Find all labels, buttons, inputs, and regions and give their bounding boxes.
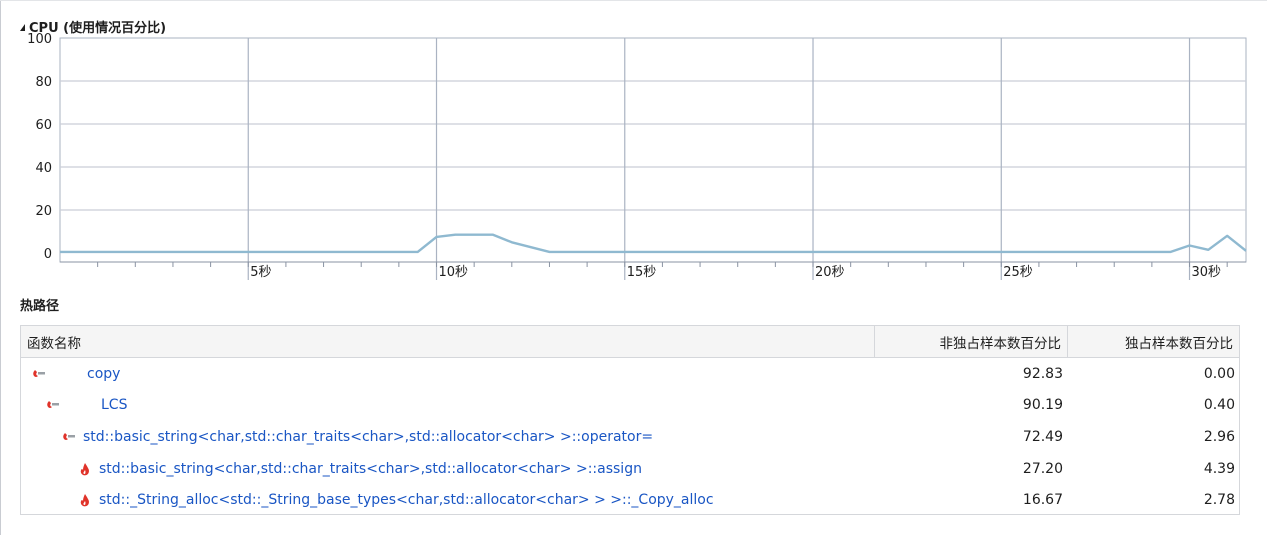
function-name-cell: std::_String_alloc<std::_String_base_typ…: [21, 484, 875, 516]
flame-icon: [80, 462, 89, 475]
x-tick-label: 5秒: [250, 265, 271, 280]
hot-path-table[interactable]: 函数名称 非独占样本数百分比 独占样本数百分比 copy 92.83 0.00 …: [20, 325, 1240, 515]
y-axis-tick-labels: 100 80 60 40 20 0: [27, 32, 52, 262]
function-link[interactable]: std::_String_alloc<std::_String_base_typ…: [99, 492, 714, 508]
x-tick-label: 25秒: [1003, 265, 1033, 280]
y-tick-label: 80: [35, 75, 52, 90]
function-link[interactable]: copy: [87, 366, 120, 382]
x-tick-label: 20秒: [815, 265, 845, 280]
x-axis: 5秒 10秒 15秒 20秒 25秒 30秒: [60, 261, 1246, 280]
chart-grid: [59, 37, 1247, 280]
inclusive-value: 72.49: [1022, 428, 1063, 445]
table-row[interactable]: copy 92.83 0.00: [21, 358, 1239, 390]
column-header-inclusive-samples[interactable]: 非独占样本数百分比: [875, 326, 1068, 357]
exclusive-value: 0.40: [1203, 397, 1235, 414]
hot-path-arrow-icon: [63, 432, 75, 440]
function-name-cell: std::basic_string<char,std::char_traits<…: [21, 421, 875, 453]
inclusive-value: 90.19: [1022, 397, 1063, 414]
table-header: 函数名称 非独占样本数百分比 独占样本数百分比: [21, 326, 1239, 358]
function-link[interactable]: LCS: [101, 397, 127, 413]
x-tick-label: 10秒: [439, 265, 469, 280]
table-row[interactable]: std::_String_alloc<std::_String_base_typ…: [21, 484, 1239, 516]
exclusive-value: 2.78: [1203, 492, 1235, 509]
inclusive-value: 16.67: [1022, 492, 1063, 509]
function-name-cell: copy: [21, 358, 875, 390]
exclusive-value: 2.96: [1203, 428, 1235, 445]
y-tick-label: 60: [35, 118, 52, 133]
hot-path-arrow-icon: [33, 369, 45, 377]
table-row[interactable]: LCS 90.19 0.40: [21, 390, 1239, 422]
function-link[interactable]: std::basic_string<char,std::char_traits<…: [83, 429, 653, 445]
column-header-function-name[interactable]: 函数名称: [21, 326, 875, 357]
y-tick-label: 0: [44, 247, 52, 262]
function-name-cell: std::basic_string<char,std::char_traits<…: [21, 453, 875, 485]
y-tick-label: 100: [27, 32, 52, 47]
function-name-cell: LCS: [21, 390, 875, 422]
flame-icon: [80, 494, 89, 507]
exclusive-value: 4.39: [1203, 460, 1235, 477]
x-tick-label: 30秒: [1192, 265, 1222, 280]
function-link[interactable]: std::basic_string<char,std::char_traits<…: [99, 461, 642, 477]
x-tick-label: 15秒: [627, 265, 657, 280]
inclusive-value: 27.20: [1022, 460, 1063, 477]
chart-plot-area: [59, 37, 1247, 263]
hot-path-title: 热路径: [20, 299, 60, 314]
table-row[interactable]: std::basic_string<char,std::char_traits<…: [21, 453, 1239, 485]
y-tick-label: 20: [35, 204, 52, 219]
y-tick-label: 40: [35, 161, 52, 176]
cpu-usage-chart[interactable]: 100 80 60 40 20 0 5秒 10秒 15秒 20秒 25秒 30秒: [0, 0, 1267, 290]
hot-path-arrow-icon: [47, 401, 59, 409]
exclusive-value: 0.00: [1203, 365, 1235, 382]
column-header-exclusive-samples[interactable]: 独占样本数百分比: [1068, 326, 1239, 357]
inclusive-value: 92.83: [1022, 365, 1063, 382]
table-row[interactable]: std::basic_string<char,std::char_traits<…: [21, 421, 1239, 453]
